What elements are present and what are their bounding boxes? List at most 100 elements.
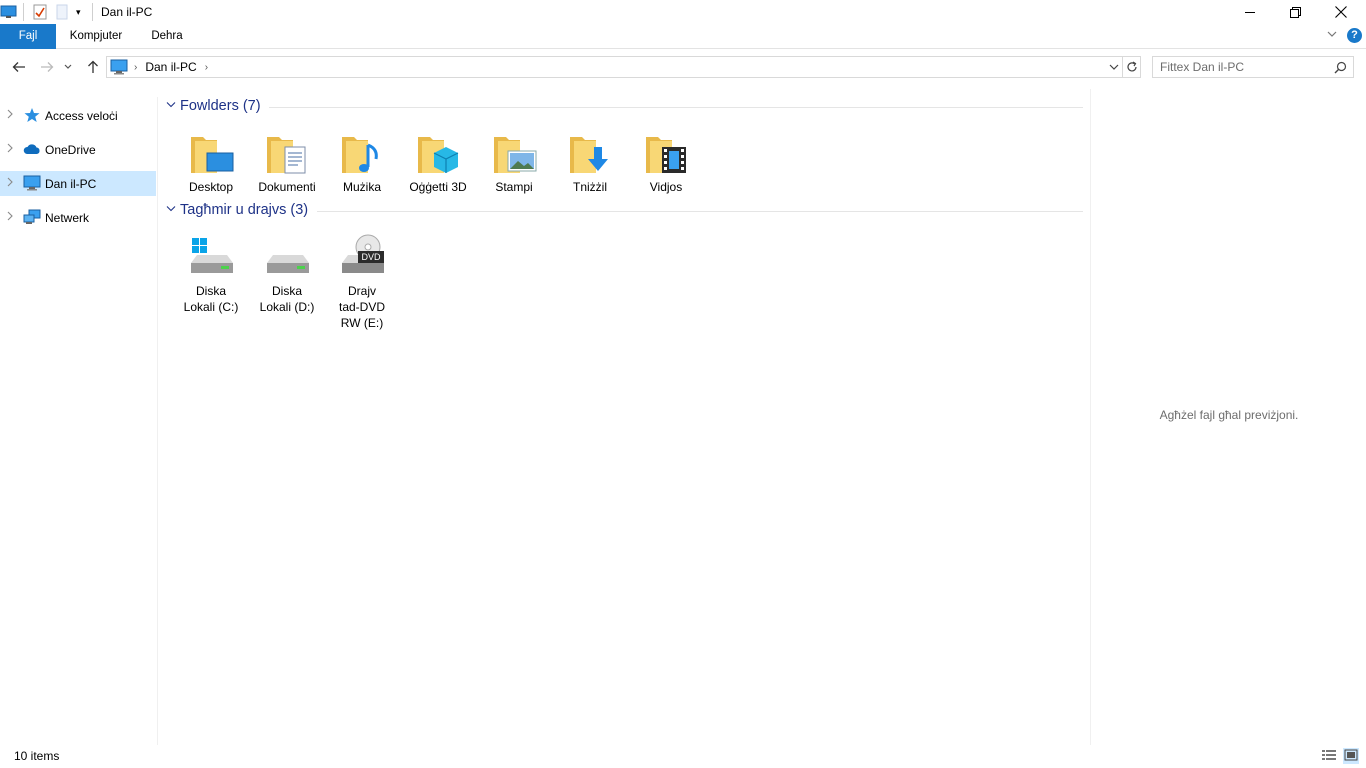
collapse-chevron-icon[interactable] (166, 204, 180, 216)
large-icons-view-button[interactable] (1343, 748, 1359, 764)
forward-arrow-icon (41, 62, 54, 72)
content-pane: Fowlders (7) Desktop Dokumenti Mużika Oġġet… (159, 89, 1089, 745)
back-arrow-icon (12, 62, 25, 72)
restore-button[interactable] (1272, 0, 1318, 24)
nav-item-label: Netwerk (45, 211, 90, 225)
folder-tile[interactable]: Desktop (175, 129, 247, 195)
address-bar[interactable]: › Dan il-PC › (106, 56, 1123, 78)
window-title: Dan il-PC (101, 5, 153, 19)
item-count: 10 items (14, 749, 60, 763)
desktop-folder-icon (187, 129, 235, 177)
downloads-folder-icon (566, 129, 614, 177)
recent-locations-button[interactable] (61, 57, 75, 77)
refresh-icon (1126, 61, 1137, 72)
properties-icon[interactable] (33, 3, 49, 21)
nav-item-network[interactable]: Netwerk (0, 205, 156, 230)
separator (92, 3, 93, 21)
chevron-down-icon (1109, 64, 1119, 70)
search-icon[interactable] (1334, 61, 1347, 77)
folder-tile[interactable]: Dokumenti (251, 129, 323, 195)
large-icons-view-icon (1344, 749, 1358, 761)
expand-chevron-icon[interactable] (7, 177, 13, 190)
breadcrumb-separator-icon: › (134, 61, 138, 73)
search-box[interactable] (1152, 56, 1354, 78)
tile-label: Tniżżil (572, 180, 607, 194)
folder-tile[interactable]: Stampi (478, 129, 550, 195)
drive-tile[interactable]: Diska Lokali (D:) (251, 233, 323, 315)
preview-pane: Agħżel fajl għal previżjoni. (1090, 89, 1366, 745)
group-header-drives[interactable]: Tagħmir u drajvs (3) (166, 200, 308, 220)
drive-tile[interactable]: DVD Drajv tad-DVD RW (E:) (326, 233, 398, 331)
dvd-badge: DVD (361, 252, 381, 262)
tile-label: Diska Lokali (C:) (183, 284, 239, 314)
forward-button[interactable] (36, 57, 58, 77)
folder-tile[interactable]: Mużika (326, 129, 398, 195)
hard-drive-icon (263, 233, 311, 281)
tile-label: Mużika (342, 180, 381, 194)
back-button[interactable] (8, 57, 30, 77)
nav-item-label: OneDrive (45, 143, 96, 157)
expand-chevron-icon[interactable] (7, 109, 13, 122)
details-view-icon (1322, 750, 1336, 760)
group-title: Fowlders (7) (180, 98, 261, 114)
tile-label: Dokumenti (258, 180, 316, 194)
group-header-folders[interactable]: Fowlders (7) (166, 96, 261, 116)
computer-icon (23, 175, 41, 191)
help-icon[interactable]: ? (1347, 28, 1362, 43)
computer-icon[interactable] (0, 3, 18, 21)
expand-ribbon-icon[interactable] (1326, 28, 1338, 43)
refresh-button[interactable] (1123, 56, 1141, 78)
nav-item-quick-access[interactable]: Access veloċi (0, 103, 156, 128)
details-view-button[interactable] (1321, 748, 1337, 764)
group-title: Tagħmir u drajvs (3) (180, 202, 309, 218)
nav-item-this-pc[interactable]: Dan il-PC (0, 171, 156, 196)
ribbon: Fajl Kompjuter Dehra ? (0, 24, 1366, 49)
network-icon (23, 209, 41, 225)
tile-label: Vidjos (649, 180, 683, 194)
address-history-button[interactable] (1109, 61, 1119, 76)
expand-chevron-icon[interactable] (7, 143, 13, 156)
breadcrumb-item[interactable]: Dan il-PC (145, 60, 196, 74)
nav-item-onedrive[interactable]: OneDrive (0, 137, 156, 162)
folder-tile[interactable]: Vidjos (630, 129, 702, 195)
title-bar: ▾ Dan il-PC (0, 0, 1366, 24)
tile-label: Diska Lokali (D:) (259, 284, 315, 314)
system-drive-icon (187, 233, 235, 281)
expand-chevron-icon[interactable] (7, 211, 13, 224)
group-divider (317, 211, 1083, 212)
minimize-button[interactable] (1227, 0, 1273, 24)
up-button[interactable] (82, 57, 104, 77)
close-button[interactable] (1318, 0, 1364, 24)
tile-label: Oġġetti 3D (409, 180, 467, 194)
status-bar: 10 items (0, 745, 1366, 768)
music-folder-icon (338, 129, 386, 177)
up-arrow-icon (88, 60, 98, 73)
breadcrumb-separator-icon[interactable]: › (205, 62, 208, 73)
search-input[interactable] (1160, 60, 1330, 74)
nav-item-label: Access veloċi (45, 109, 118, 123)
star-icon (23, 107, 41, 123)
documents-folder-icon (263, 129, 311, 177)
restore-icon (1289, 6, 1301, 18)
drive-tile[interactable]: Diska Lokali (C:) (175, 233, 247, 315)
tab-computer[interactable]: Kompjuter (60, 24, 132, 49)
tile-label: Stampi (495, 180, 533, 194)
customize-quick-access-icon[interactable]: ▾ (76, 3, 86, 21)
separator (23, 3, 24, 21)
folder-tile[interactable]: Tniżżil (554, 129, 626, 195)
tile-label: Desktop (188, 180, 234, 194)
chevron-down-icon (64, 64, 72, 69)
navigation-pane: Access veloċi OneDrive Dan il-PC Netwerk (0, 97, 158, 745)
computer-icon (110, 59, 128, 75)
cloud-icon (23, 141, 41, 157)
tab-view[interactable]: Dehra (140, 24, 194, 49)
preview-message: Agħżel fajl għal previżjoni. (1159, 408, 1299, 422)
folder-tile[interactable]: Oġġetti 3D (402, 129, 474, 195)
collapse-chevron-icon[interactable] (166, 100, 180, 112)
videos-folder-icon (642, 129, 690, 177)
dvd-drive-icon: DVD (338, 233, 386, 281)
address-row: › Dan il-PC › (0, 49, 1366, 85)
new-folder-icon[interactable] (56, 3, 70, 21)
tile-label: Drajv tad-DVD RW (E:) (338, 284, 385, 330)
tab-file[interactable]: Fajl (0, 24, 56, 49)
